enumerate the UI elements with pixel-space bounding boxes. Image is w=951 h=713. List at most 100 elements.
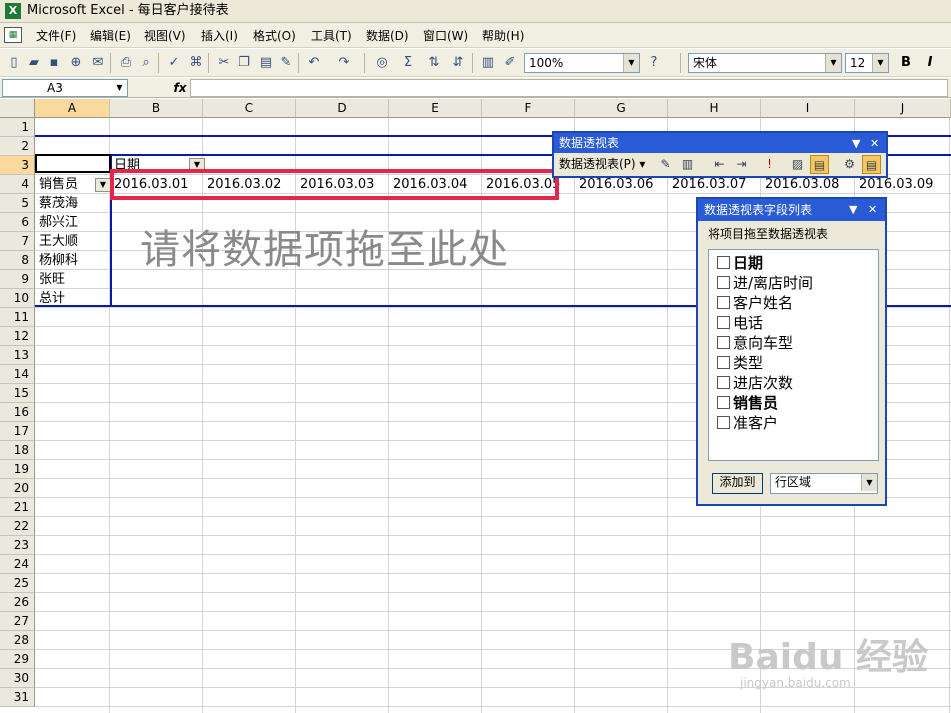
print-icon[interactable]: ⎙ <box>116 53 136 73</box>
row-header-29[interactable]: 29 <box>0 650 35 669</box>
spelling-icon[interactable]: ✓ <box>164 53 184 73</box>
redo-icon[interactable]: ↷ <box>334 53 354 73</box>
field-list-item[interactable]: 准客户 <box>717 414 778 433</box>
chart-wizard-icon[interactable]: ▥ <box>478 53 498 73</box>
document-icon[interactable]: ▦ <box>4 27 22 43</box>
row-header-13[interactable]: 13 <box>0 346 35 365</box>
new-icon[interactable]: ▯ <box>4 53 24 73</box>
print-preview-icon[interactable]: ⌕ <box>136 53 156 73</box>
row-header-22[interactable]: 22 <box>0 517 35 536</box>
font-name-combo[interactable]: 宋体 ▼ <box>688 53 842 73</box>
sort-ascending-icon[interactable]: ⇅ <box>424 53 444 73</box>
menu-format[interactable]: 格式(O) <box>251 27 298 45</box>
row-header-2[interactable]: 2 <box>0 137 35 156</box>
hyperlink-icon[interactable]: ◎ <box>372 53 392 73</box>
sort-descending-icon[interactable]: ⇵ <box>448 53 468 73</box>
area-select[interactable]: 行区域 ▼ <box>770 473 878 494</box>
show-detail-icon[interactable]: ⇥ <box>732 155 751 174</box>
open-icon[interactable]: ▰ <box>24 53 44 73</box>
column-header-c[interactable]: C <box>203 99 296 118</box>
font-size-combo[interactable]: 12 ▼ <box>845 53 889 73</box>
field-list-item[interactable]: 进店次数 <box>717 374 793 393</box>
field-list-item[interactable]: 进/离店时间 <box>717 274 813 293</box>
field-listbox[interactable]: 日期 进/离店时间 客户姓名 电话 意向车型 类型 进店次数 销售员 准客户 <box>708 249 879 461</box>
pivot-row-field[interactable]: 销售员 <box>37 175 97 194</box>
show-field-list-icon[interactable]: ▤ <box>862 155 881 174</box>
italic-button[interactable]: I <box>920 53 940 73</box>
pivot-row-item[interactable]: 张旺 <box>37 270 109 289</box>
column-header-i[interactable]: I <box>761 99 855 118</box>
select-all-corner[interactable] <box>0 99 35 118</box>
pivot-field-list-pane[interactable]: 数据透视表字段列表 ▼ ✕ 将项目拖至数据透视表 日期 进/离店时间 客户姓名 电话意… <box>696 197 887 506</box>
row-header-27[interactable]: 27 <box>0 612 35 631</box>
column-header-e[interactable]: E <box>389 99 482 118</box>
paste-icon[interactable]: ▤ <box>256 53 276 73</box>
row-header-25[interactable]: 25 <box>0 574 35 593</box>
column-header-d[interactable]: D <box>296 99 389 118</box>
row-header-3[interactable]: 3 <box>0 156 35 175</box>
email-icon[interactable]: ✉ <box>88 53 108 73</box>
field-list-item[interactable]: 类型 <box>717 354 763 373</box>
pivot-row-item[interactable]: 王大顺 <box>37 232 109 251</box>
row-header-24[interactable]: 24 <box>0 555 35 574</box>
row-header-10[interactable]: 10 <box>0 289 35 308</box>
hide-detail-icon[interactable]: ⇤ <box>710 155 729 174</box>
row-header-28[interactable]: 28 <box>0 631 35 650</box>
pane-options-icon[interactable]: ▼ <box>849 202 857 218</box>
formula-input[interactable] <box>190 79 948 97</box>
add-to-button[interactable]: 添加到 <box>712 473 763 494</box>
menu-file[interactable]: 文件(F) <box>34 27 78 45</box>
row-header-6[interactable]: 6 <box>0 213 35 232</box>
menu-tools[interactable]: 工具(T) <box>309 27 354 45</box>
insert-function-icon[interactable]: fx <box>170 79 190 97</box>
field-list-item[interactable]: 销售员 <box>717 394 778 413</box>
row-header-5[interactable]: 5 <box>0 194 35 213</box>
field-list-item[interactable]: 客户姓名 <box>717 294 793 313</box>
row-header-16[interactable]: 16 <box>0 403 35 422</box>
include-hidden-items-icon[interactable]: ▨ <box>788 155 807 174</box>
always-display-items-icon[interactable]: ▤ <box>810 155 829 174</box>
row-header-23[interactable]: 23 <box>0 536 35 555</box>
pivot-table-toolbar[interactable]: 数据透视表 ▼ ✕ 数据透视表(P) ▾ ✎ ▥ ⇤ ⇥ ! ▨ ▤ ⚙ ▤ <box>552 131 888 178</box>
column-header-g[interactable]: G <box>575 99 668 118</box>
column-header-j[interactable]: J <box>855 99 951 118</box>
name-box[interactable]: A3 ▼ <box>2 79 128 97</box>
column-header-b[interactable]: B <box>110 99 203 118</box>
menu-edit[interactable]: 编辑(E) <box>88 27 133 45</box>
autosum-icon[interactable]: Σ <box>398 53 418 73</box>
help-icon[interactable]: ? <box>644 53 664 73</box>
permission-icon[interactable]: ⊕ <box>66 53 86 73</box>
format-painter-icon[interactable]: ✎ <box>276 53 296 73</box>
row-header-1[interactable]: 1 <box>0 118 35 137</box>
chevron-down-icon[interactable]: ▼ <box>861 474 877 491</box>
menu-help[interactable]: 帮助(H) <box>480 27 526 45</box>
chevron-down-icon[interactable]: ▼ <box>825 54 841 72</box>
copy-icon[interactable]: ❐ <box>234 53 254 73</box>
row-header-21[interactable]: 21 <box>0 498 35 517</box>
column-header-h[interactable]: H <box>668 99 761 118</box>
row-header-4[interactable]: 4 <box>0 175 35 194</box>
zoom-combo[interactable]: 100% ▼ <box>524 53 640 73</box>
row-header-17[interactable]: 17 <box>0 422 35 441</box>
row-header-20[interactable]: 20 <box>0 479 35 498</box>
field-list-item[interactable]: 意向车型 <box>717 334 793 353</box>
data-drop-area-hint[interactable]: 请将数据项拖至此处 <box>140 217 509 275</box>
row-header-7[interactable]: 7 <box>0 232 35 251</box>
menu-window[interactable]: 窗口(W) <box>421 27 470 45</box>
chevron-down-icon[interactable]: ▼ <box>112 80 127 96</box>
row-header-11[interactable]: 11 <box>0 308 35 327</box>
research-icon[interactable]: ⌘ <box>186 53 206 73</box>
menu-view[interactable]: 视图(V) <box>142 27 188 45</box>
undo-icon[interactable]: ↶ <box>304 53 324 73</box>
toolbar-options-icon[interactable]: ▼ <box>852 135 860 152</box>
field-list-item[interactable]: 电话 <box>717 314 763 333</box>
row-header-18[interactable]: 18 <box>0 441 35 460</box>
refresh-data-icon[interactable]: ! <box>760 155 779 174</box>
close-icon[interactable]: ✕ <box>868 202 877 218</box>
row-header-8[interactable]: 8 <box>0 251 35 270</box>
column-header-f[interactable]: F <box>482 99 575 118</box>
row-header-15[interactable]: 15 <box>0 384 35 403</box>
row-header-14[interactable]: 14 <box>0 365 35 384</box>
pivot-row-item[interactable]: 杨柳科 <box>37 251 109 270</box>
menu-insert[interactable]: 插入(I) <box>199 27 240 45</box>
